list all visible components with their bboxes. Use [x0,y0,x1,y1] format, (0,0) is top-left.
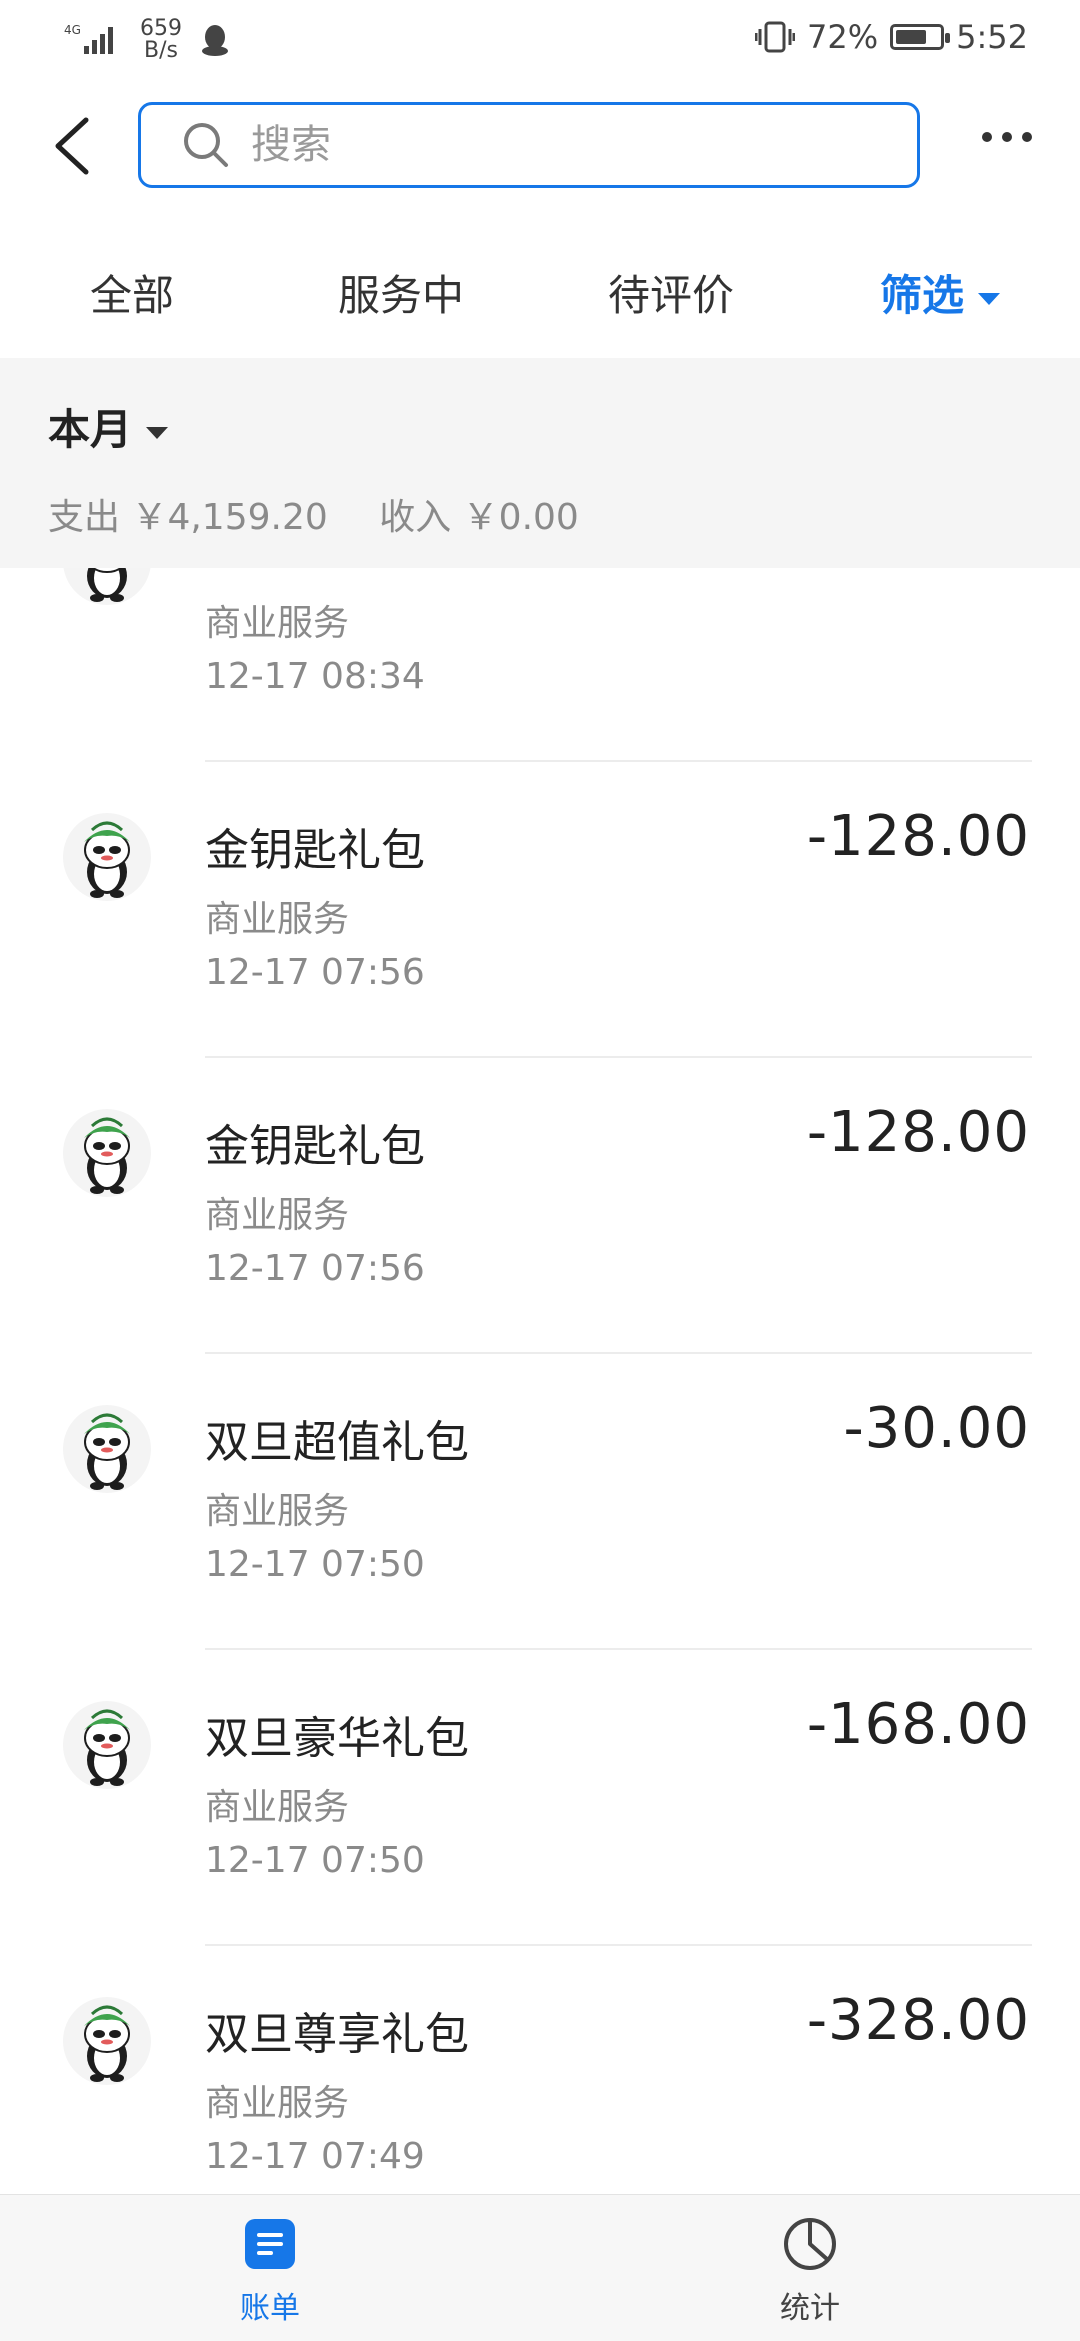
transaction-title: 双旦尊享礼包 [205,2009,469,2060]
pie-chart-icon [784,2218,836,2270]
transaction-title: 金钥匙礼包 [205,1121,425,1172]
transaction-row[interactable]: 双旦尊享礼包 商业服务 12-17 07:49 -328.00 [0,1946,1080,2194]
vibrate-icon [755,21,796,53]
tab-in-service[interactable]: 服务中 [338,262,464,323]
transaction-amount: -168.00 [806,1692,1030,1757]
merchant-avatar-icon [62,812,152,902]
transaction-row[interactable]: 商业服务 12-17 08:34 [0,568,1080,762]
transaction-category: 商业服务 [205,603,350,644]
battery-icon [890,24,951,50]
transaction-time: 12-17 07:50 [205,1544,425,1585]
transaction-category: 商业服务 [205,899,350,940]
transaction-row[interactable]: 金钥匙礼包 商业服务 12-17 07:56 -128.00 [0,1058,1080,1354]
nav-statistics-label: 统计 [780,2291,840,2326]
clock: 5:52 [956,18,1028,56]
battery-percent: 72% [807,18,879,56]
transaction-time: 12-17 07:50 [205,1840,425,1881]
income-total: 收入 ￥0.00 [379,497,579,538]
tab-filter[interactable]: 筛选 [880,262,1001,323]
search-box[interactable] [138,102,920,188]
transaction-time: 12-17 07:56 [205,952,425,993]
transaction-category: 商业服务 [205,2083,350,2124]
transaction-row[interactable]: 双旦超值礼包 商业服务 12-17 07:50 -30.00 [0,1354,1080,1650]
transaction-category: 商业服务 [205,1491,350,1532]
merchant-avatar-icon [62,1108,152,1198]
svg-text:4G: 4G [64,23,81,37]
merchant-avatar-icon [62,568,152,606]
merchant-avatar-icon [62,1996,152,2086]
tab-to-review[interactable]: 待评价 [608,262,734,323]
transaction-title: 双旦超值礼包 [205,1417,469,1468]
tab-all[interactable]: 全部 [90,262,174,323]
qq-icon [202,25,228,56]
transaction-title: 双旦豪华礼包 [205,1713,469,1764]
dropdown-caret-icon [146,426,169,439]
dropdown-caret-icon [978,292,1001,305]
expense-total: 支出 ￥4,159.20 [48,497,328,538]
back-arrow-icon[interactable] [48,116,98,176]
header [0,72,1080,222]
nav-bill-label: 账单 [240,2291,300,2326]
transaction-category: 商业服务 [205,1787,350,1828]
tab-filter-label: 筛选 [880,271,965,320]
nav-bill[interactable]: 账单 [200,2217,340,2327]
transaction-time: 12-17 07:56 [205,1248,425,1289]
bottom-nav: 账单 统计 [0,2194,1080,2341]
transaction-amount: -128.00 [806,804,1030,869]
status-bar: 4G 659 B/s 72% 5:52 [0,0,1080,72]
transaction-row[interactable]: 双旦豪华礼包 商业服务 12-17 07:50 -168.00 [0,1650,1080,1946]
transaction-time: 12-17 07:49 [205,2136,425,2177]
transaction-time: 12-17 08:34 [205,656,425,697]
network-speed: 659 B/s [140,16,182,63]
transaction-row[interactable]: 金钥匙礼包 商业服务 12-17 07:56 -128.00 [0,762,1080,1058]
search-icon [184,123,228,167]
transaction-amount: -328.00 [806,1988,1030,2053]
merchant-avatar-icon [62,1700,152,1790]
more-options-icon[interactable] [982,132,1032,142]
transaction-amount: -128.00 [806,1100,1030,1165]
nav-statistics[interactable]: 统计 [740,2217,880,2327]
transaction-title: 金钥匙礼包 [205,825,425,876]
month-selector[interactable]: 本月 [48,396,169,457]
signal-icon: 4G [64,23,113,54]
transaction-category: 商业服务 [205,1195,350,1236]
month-totals: 支出 ￥4,159.20 收入 ￥0.00 [48,488,619,540]
transaction-amount: -30.00 [843,1396,1030,1461]
month-label: 本月 [48,405,133,454]
merchant-avatar-icon [62,1404,152,1494]
month-summary: 本月 支出 ￥4,159.20 收入 ￥0.00 [0,358,1080,568]
bill-icon [245,2219,295,2269]
transaction-list: 商业服务 12-17 08:34 金钥匙礼包 商业服务 12-17 07:56 … [0,568,1080,2194]
filter-tabs: 全部 服务中 待评价 筛选 [0,222,1080,358]
search-input[interactable] [249,121,853,169]
